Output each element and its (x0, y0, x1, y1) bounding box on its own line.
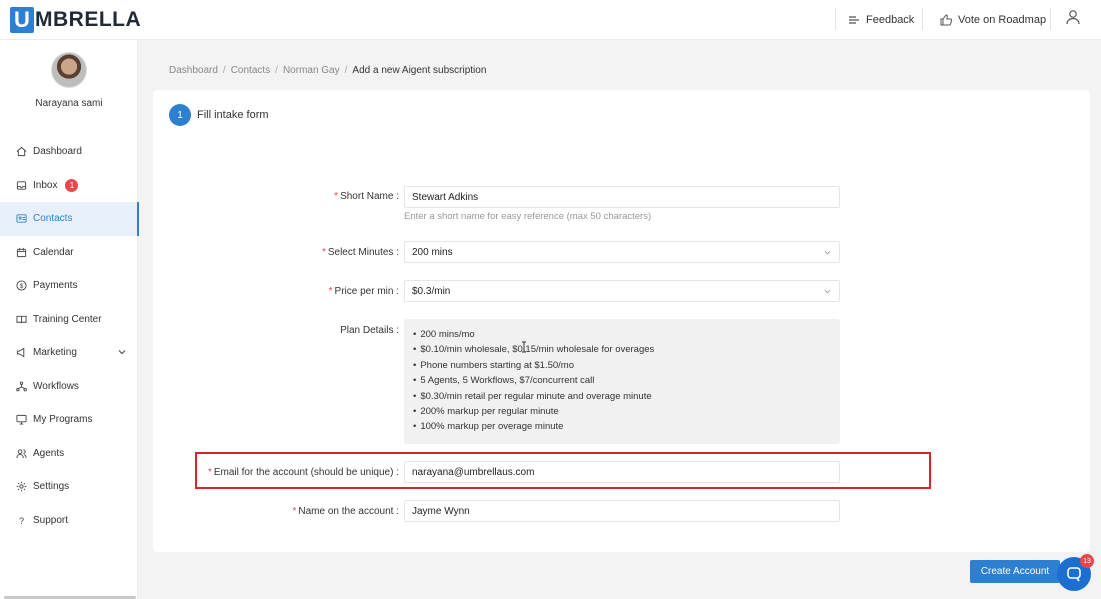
text-cursor-icon (522, 341, 526, 353)
minutes-value: 200 mins (412, 246, 453, 258)
calendar-icon (16, 247, 27, 257)
breadcrumb-contacts[interactable]: Contacts (231, 65, 270, 76)
sidebar: Narayana sami Dashboard Inbox 1 Contacts… (0, 40, 139, 599)
megaphone-icon (16, 347, 25, 358)
question-icon: ? (19, 516, 24, 526)
breadcrumb-separator: / (275, 65, 278, 76)
price-label: * Price per min : (328, 286, 399, 297)
chevron-down-icon (824, 289, 831, 294)
plan-details: 200 mins/mo $0.10/min wholesale, $0.15/m… (404, 319, 840, 444)
short-name-field[interactable]: Stewart Adkins (404, 186, 840, 208)
avatar[interactable] (51, 52, 87, 88)
breadcrumb-contact[interactable]: Norman Gay (283, 65, 340, 76)
chat-badge: 13 (1080, 554, 1094, 568)
account-name-value: Jayme Wynn (412, 505, 470, 517)
step-header: 1 Fill intake form (169, 104, 269, 126)
sidebar-item-label: Calendar (33, 246, 74, 258)
sidebar-item-label: Contacts (33, 213, 73, 225)
short-name-help: Enter a short name for easy reference (m… (404, 211, 652, 222)
feedback-label: Feedback (866, 14, 915, 26)
chat-icon (1067, 567, 1081, 582)
divider (835, 8, 836, 30)
sidebar-item-agents[interactable]: Agents (0, 437, 138, 471)
plan-item: 5 Agents, 5 Workflows, $7/concurrent cal… (413, 375, 840, 390)
sidebar-item-settings[interactable]: Settings (0, 470, 138, 504)
vote-roadmap-button[interactable]: Vote on Roadmap (940, 9, 1046, 31)
sidebar-item-dashboard[interactable]: Dashboard (0, 135, 138, 169)
sidebar-item-label: Workflows (33, 380, 79, 392)
sidebar-item-training-center[interactable]: Training Center (0, 303, 138, 337)
sidebar-item-my-programs[interactable]: My Programs (0, 403, 138, 437)
thumbs-up-icon (940, 14, 952, 26)
breadcrumb: Dashboard / Contacts / Norman Gay / Add a new … (169, 65, 486, 76)
minutes-label: * Select Minutes : (321, 247, 399, 258)
divider (922, 8, 923, 30)
account-name-label: * Name on the account : (292, 506, 399, 517)
chevron-down-icon[interactable] (118, 348, 126, 356)
chevron-down-icon (824, 250, 831, 255)
sidebar-item-label: My Programs (33, 414, 93, 426)
short-name-label: * Short Name : (334, 191, 399, 202)
plan-details-label: Plan Details : (340, 325, 399, 336)
breadcrumb-current: Add a new Aigent subscription (352, 65, 487, 76)
sidebar-item-contacts[interactable]: Contacts (0, 202, 139, 236)
sidebar-item-label: Training Center (33, 313, 102, 325)
sidebar-item-label: Inbox (33, 179, 58, 191)
account-name-field[interactable]: Jayme Wynn (404, 500, 840, 522)
step-number: 1 (169, 104, 191, 126)
sidebar-item-label: Agents (33, 447, 65, 459)
logo-text: MBRELLA (35, 8, 142, 31)
step-title: Fill intake form (197, 109, 269, 121)
svg-text:$: $ (20, 283, 24, 290)
sidebar-item-inbox[interactable]: Inbox 1 (0, 169, 138, 203)
inbox-icon (16, 181, 27, 190)
feedback-icon (849, 16, 859, 24)
email-highlight-box (195, 452, 931, 489)
feedback-button[interactable]: Feedback (848, 9, 914, 31)
agents-icon (16, 449, 27, 458)
user-profile-icon[interactable] (1065, 9, 1081, 25)
plan-item: Phone numbers starting at $1.50/mo (413, 360, 840, 375)
price-value: $0.3/min (412, 285, 451, 297)
contact-card-icon (16, 214, 27, 223)
create-account-button[interactable]: Create Account (970, 560, 1060, 583)
inbox-badge: 1 (65, 178, 79, 192)
breadcrumb-separator: / (344, 65, 348, 76)
umbrella-logo[interactable]: U MBRELLA (10, 6, 141, 34)
sidebar-item-label: Payments (33, 280, 78, 292)
logo-mark: U (10, 7, 34, 33)
sidebar-item-calendar[interactable]: Calendar (0, 236, 138, 270)
sidebar-item-label: Support (33, 514, 69, 526)
minutes-select[interactable]: 200 mins (404, 241, 840, 263)
workflow-icon (16, 381, 27, 392)
plan-item: 100% markup per overage minute (413, 421, 840, 436)
home-icon (16, 147, 27, 157)
breadcrumb-separator: / (222, 65, 226, 76)
short-name-value: Stewart Adkins (412, 191, 479, 203)
sidebar-item-marketing[interactable]: Marketing (0, 336, 138, 370)
sidebar-item-support[interactable]: ? Support (0, 504, 138, 538)
monitor-icon (16, 415, 27, 425)
plan-item: 200% markup per regular minute (413, 406, 840, 421)
book-icon (16, 315, 27, 323)
sidebar-item-payments[interactable]: $ Payments (0, 269, 138, 303)
svg-text:?: ? (19, 516, 24, 526)
gear-icon (16, 481, 27, 492)
divider (1050, 8, 1051, 30)
vote-roadmap-label: Vote on Roadmap (958, 14, 1047, 26)
plan-item: $0.10/min wholesale, $0.15/min wholesale… (413, 344, 840, 359)
plan-item: 200 mins/mo (413, 329, 840, 344)
sidebar-item-label: Dashboard (33, 146, 82, 158)
sidebar-item-label: Marketing (33, 347, 77, 359)
price-select[interactable]: $0.3/min (404, 280, 840, 302)
sidebar-item-workflows[interactable]: Workflows (0, 370, 138, 404)
dollar-icon: $ (16, 280, 27, 291)
sidebar-nav: Dashboard Inbox 1 Contacts Calendar $ Pa… (0, 135, 139, 538)
sidebar-item-label: Settings (33, 481, 70, 493)
top-bar: U MBRELLA Feedback Vote on Roadmap (0, 0, 1101, 40)
breadcrumb-dashboard[interactable]: Dashboard (169, 65, 218, 76)
plan-item: $0.30/min retail per regular minute and … (413, 391, 840, 406)
user-name: Narayana sami (35, 98, 103, 109)
